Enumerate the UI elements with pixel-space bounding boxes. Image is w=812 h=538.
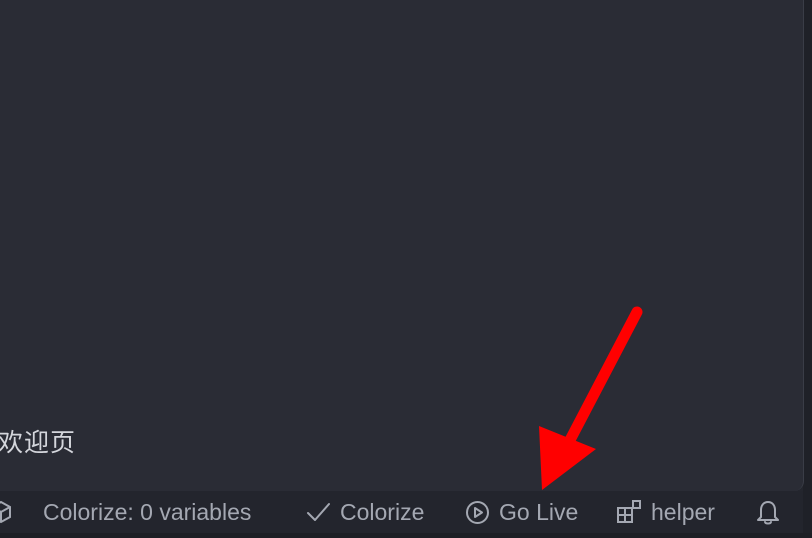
play-circle-icon (465, 500, 490, 525)
statusbar-extension-item[interactable] (0, 491, 12, 533)
window-edge (803, 0, 812, 538)
colorize-variables-status[interactable]: Colorize: 0 variables (43, 491, 251, 533)
cube-icon (0, 500, 12, 524)
colorize-label: Colorize (340, 498, 425, 525)
bell-icon (755, 498, 781, 526)
go-live-label: Go Live (499, 498, 579, 525)
helper-button[interactable]: helper (615, 491, 715, 533)
extensions-blocks-icon (615, 498, 643, 526)
colorize-button[interactable]: Colorize (306, 491, 424, 533)
welcome-page-tab[interactable]: 欢迎页 (0, 428, 76, 458)
go-live-button[interactable]: Go Live (465, 491, 578, 533)
colorize-variables-label: Colorize: 0 variables (43, 498, 252, 525)
check-icon (306, 501, 331, 523)
editor-area: 欢迎页 (0, 0, 804, 491)
notifications-button[interactable] (755, 491, 781, 533)
status-bar: Colorize: 0 variables Colorize Go Live h… (0, 491, 803, 533)
helper-label: helper (651, 498, 715, 525)
app-window: 欢迎页 Colorize: 0 variables Colorize Go Li… (0, 0, 812, 538)
window-bottom-edge (0, 533, 812, 538)
